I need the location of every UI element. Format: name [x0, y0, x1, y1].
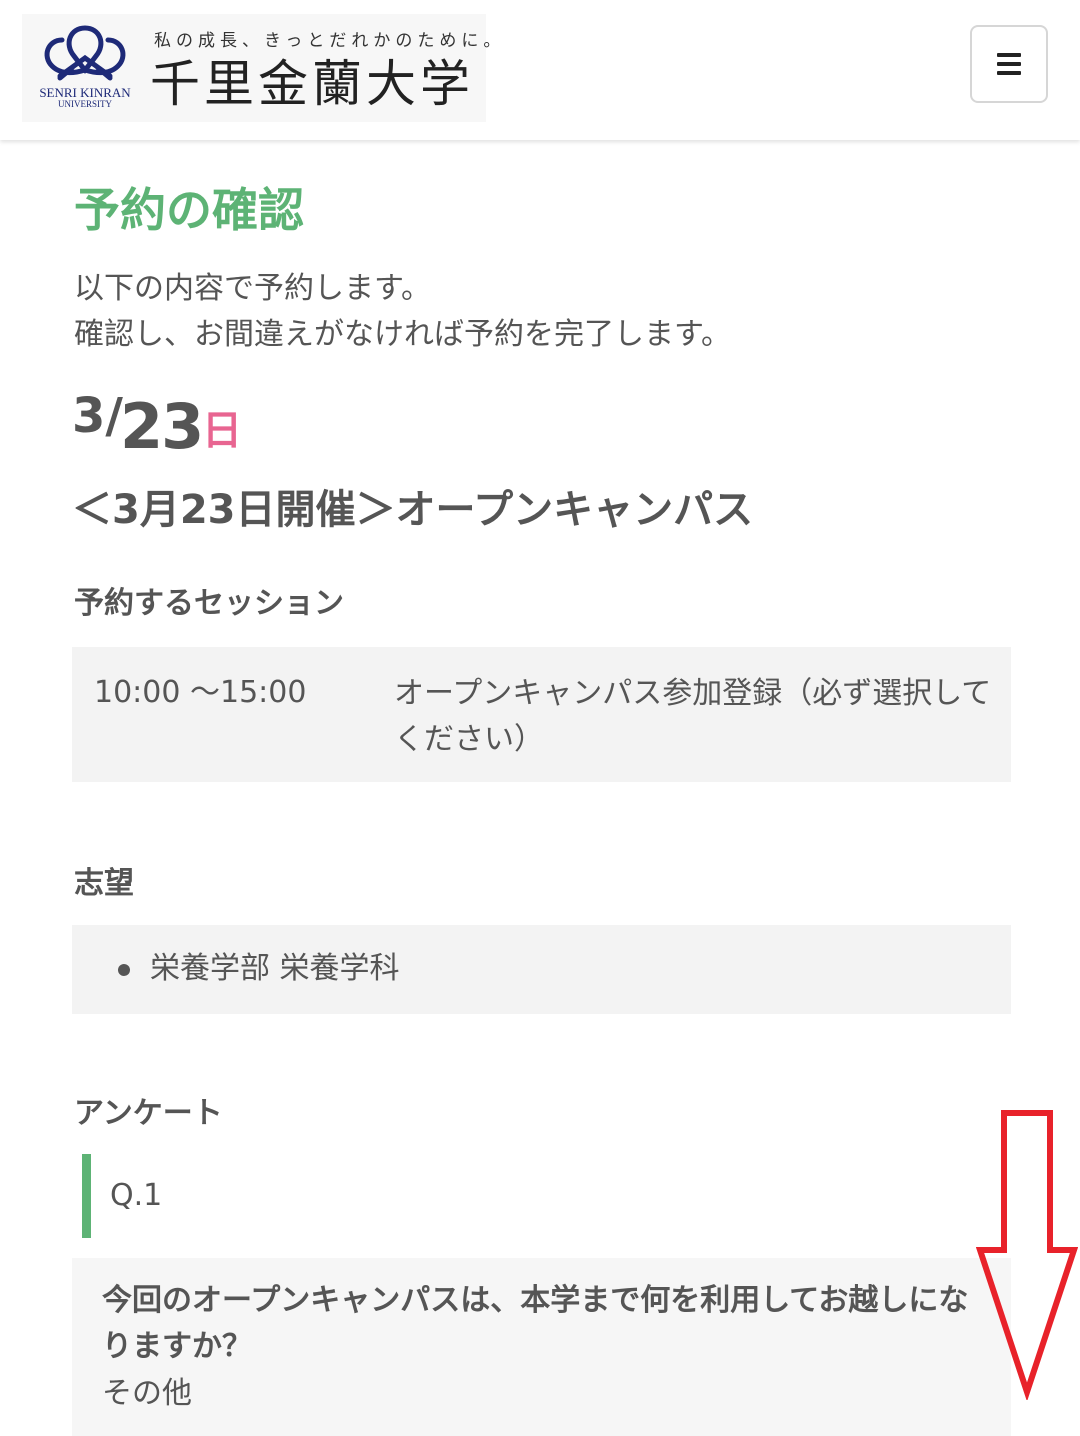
- event-date-month: 3/: [72, 388, 123, 444]
- survey-question: 今回のオープンキャンパスは、本学まで何を利用してお越しになりますか？: [102, 1283, 969, 1364]
- menu-button[interactable]: [970, 25, 1048, 103]
- list-item: 栄養学部 栄養学科: [150, 951, 400, 986]
- session-time: 10:00 ～15:00: [94, 675, 307, 710]
- list-bullet: [118, 964, 130, 976]
- hamburger-icon: [997, 53, 1021, 75]
- intro-line-1: 以下の内容で予約します。: [74, 271, 431, 306]
- session-section-label: 予約するセッション: [74, 586, 344, 621]
- survey-answer-box: 今回のオープンキャンパスは、本学まで何を利用してお越しになりますか？ その他: [72, 1258, 1011, 1436]
- page-title: 予約の確認: [74, 183, 304, 237]
- logo-tagline: 私の成長、きっとだれかのために。: [154, 31, 506, 51]
- intro-text: 以下の内容で予約します。 確認し、お間違えがなければ予約を完了します。: [74, 266, 731, 358]
- down-arrow-icon: [976, 1110, 1078, 1400]
- logo-english-name: SENRI KINRAN UNIVERSITY: [39, 85, 131, 109]
- question-number: Q.1: [110, 1178, 163, 1213]
- wish-list: 栄養学部 栄養学科: [72, 925, 1011, 1014]
- question-accent-bar: [82, 1154, 91, 1238]
- survey-answer: その他: [102, 1376, 192, 1411]
- event-title: ＜3月23日開催＞オープンキャンパス: [72, 487, 754, 533]
- survey-section-label: アンケート: [74, 1096, 223, 1131]
- wish-section-label: 志望: [74, 866, 134, 901]
- site-header: SENRI KINRAN UNIVERSITY 私の成長、きっとだれかのために。…: [0, 0, 1080, 140]
- session-row: 10:00 ～15:00 オープンキャンパス参加登録（必ず選択してください）: [72, 647, 1011, 782]
- intro-line-2: 確認し、お間違えがなければ予約を完了します。: [74, 317, 731, 352]
- event-weekday: 日: [202, 408, 242, 454]
- university-name: 千里金蘭大学: [150, 55, 474, 113]
- session-name: オープンキャンパス参加登録（必ず選択してください）: [394, 676, 992, 757]
- university-logo[interactable]: SENRI KINRAN UNIVERSITY 私の成長、きっとだれかのために。…: [22, 14, 500, 122]
- event-date-day: 23: [120, 390, 204, 463]
